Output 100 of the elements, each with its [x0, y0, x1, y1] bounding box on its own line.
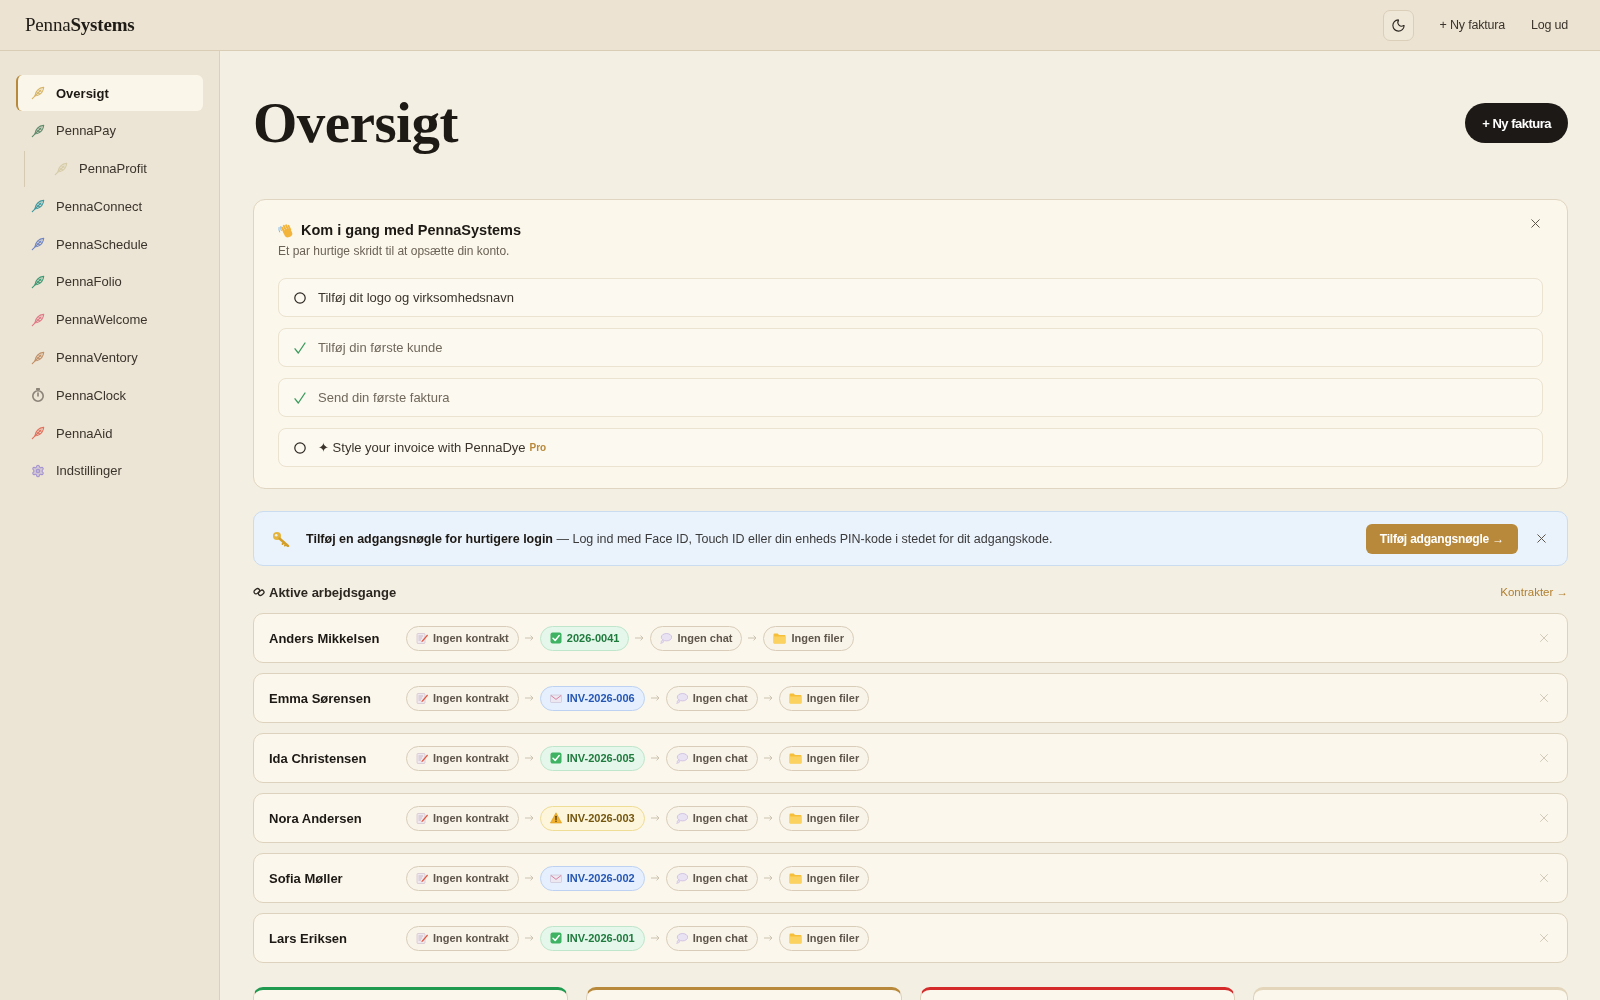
files-link[interactable]: Ingen filer [778, 685, 870, 711]
contract-link[interactable]: Ingen kontrakt [406, 745, 519, 771]
dismiss-button[interactable] [1537, 691, 1551, 705]
arrow-icon [524, 695, 534, 701]
checklist-item[interactable]: ✦ Style your invoice with PennaDye Pro [278, 428, 1543, 467]
sidebar-item[interactable]: Indstillinger [16, 452, 203, 489]
folder-icon [788, 932, 802, 944]
page-title: Oversigt [253, 90, 458, 156]
envelope-icon [549, 872, 562, 884]
thought-bubble-icon [660, 632, 673, 644]
arrow-icon [763, 755, 773, 761]
close-icon [1537, 691, 1551, 705]
logo-text: PennaSystems [25, 14, 135, 36]
check-square-icon [549, 932, 562, 944]
chat-link[interactable]: Ingen chat [665, 925, 758, 951]
memo-icon [416, 692, 428, 704]
files-link[interactable]: Ingen filer [778, 865, 870, 891]
files-link[interactable]: Ingen filer [778, 805, 870, 831]
close-button[interactable] [1528, 216, 1543, 231]
arrow-icon [748, 635, 758, 641]
close-button[interactable] [1534, 531, 1549, 546]
sidebar-item[interactable]: PennaConnect [16, 188, 203, 225]
thought-bubble-icon [675, 872, 688, 884]
thought-bubble-icon [675, 752, 688, 764]
customer-name: Ida Christensen [269, 750, 368, 766]
dismiss-button[interactable] [1537, 871, 1551, 885]
sidebar-item[interactable]: PennaSchedule [16, 226, 203, 263]
dismiss-button[interactable] [1537, 811, 1551, 825]
files-link[interactable]: Ingen filer [778, 925, 870, 951]
customer-name: Lars Eriksen [269, 930, 349, 946]
arrow-icon [650, 815, 660, 821]
files-link[interactable]: Ingen filer [778, 745, 870, 771]
arrow-icon [650, 755, 660, 761]
sidebar-item[interactable]: Oversigt [16, 75, 203, 111]
close-icon [1537, 751, 1551, 765]
new-invoice-button[interactable]: + Ny faktura [1465, 103, 1568, 143]
invoice-link[interactable]: INV-2026-002 [539, 865, 645, 891]
contract-link[interactable]: Ingen kontrakt [406, 625, 519, 651]
checklist-label: Send din første faktura [318, 390, 450, 405]
sidebar-item[interactable]: PennaAid [16, 415, 203, 452]
thought-bubble-icon [675, 692, 688, 704]
invoice-link[interactable]: INV-2026-006 [539, 685, 645, 711]
dismiss-button[interactable] [1537, 631, 1551, 645]
checklist-item[interactable]: Send din første faktura [278, 378, 1543, 417]
section-title: Aktive arbejdsgange [269, 584, 397, 600]
header-link[interactable]: Log ud [1530, 18, 1568, 32]
customer-name: Sofia Møller [269, 870, 344, 886]
dismiss-button[interactable] [1537, 931, 1551, 945]
memo-icon [416, 872, 428, 884]
folder-icon [788, 872, 802, 884]
moon-icon [1390, 17, 1406, 33]
chat-link[interactable]: Ingen chat [665, 685, 758, 711]
memo-icon [416, 812, 428, 824]
contract-link[interactable]: Ingen kontrakt [406, 925, 519, 951]
contract-link[interactable]: Ingen kontrakt [406, 805, 519, 831]
folder-icon [773, 632, 787, 644]
thought-bubble-icon [675, 932, 688, 944]
passkey-message: Tilføj en adgangsnøgle for hurtigere login — Log ind med Face ID, Touch ID eller din enheds PIN-kode i stedet for dit adgangskode. [306, 531, 1054, 546]
folder-icon [788, 692, 802, 704]
card-subtitle: Et par hurtige skridt til at opsætte din konto. [278, 243, 511, 259]
invoice-link[interactable]: 2026-0041 [539, 625, 630, 651]
checklist-label: ✦ Style your invoice with PennaDye [318, 440, 526, 455]
header-link[interactable]: + Ny faktura [1439, 18, 1505, 32]
sidebar-item[interactable]: PennaPay [16, 112, 203, 149]
arrow-icon [650, 935, 660, 941]
memo-icon [416, 632, 428, 644]
close-icon [1528, 216, 1543, 231]
folder-icon [788, 752, 802, 764]
sidebar-item[interactable]: PennaVentory [16, 339, 203, 376]
chat-link[interactable]: Ingen chat [665, 745, 758, 771]
checklist-item[interactable]: Tilføj din første kunde [278, 328, 1543, 367]
sidebar-item[interactable]: PennaFolio [16, 264, 203, 300]
customer-name: Nora Andersen [269, 810, 363, 826]
contract-link[interactable]: Ingen kontrakt [406, 865, 519, 891]
files-link[interactable]: Ingen filer [763, 625, 854, 651]
memo-icon [416, 932, 428, 944]
arrow-icon [524, 815, 534, 821]
checklist-label: Tilføj din første kunde [318, 340, 443, 355]
theme-toggle-button[interactable] [1382, 9, 1414, 41]
pro-label: Pro [529, 442, 547, 453]
chat-link[interactable]: Ingen chat [650, 625, 743, 651]
arrow-icon [524, 635, 534, 641]
sidebar-item[interactable]: PennaWelcome [16, 301, 203, 338]
thought-bubble-icon [675, 812, 688, 824]
checklist-label: Tilføj dit logo og virksomhedsnavn [318, 290, 515, 305]
checklist-item[interactable]: Tilføj dit logo og virksomhedsnavn [278, 278, 1543, 317]
close-icon [1537, 931, 1551, 945]
chat-link[interactable]: Ingen chat [665, 865, 758, 891]
invoice-link[interactable]: INV-2026-003 [539, 805, 645, 831]
invoice-link[interactable]: INV-2026-005 [539, 745, 645, 771]
sidebar-item[interactable]: PennaProfit [39, 150, 203, 187]
arrow-icon [763, 935, 773, 941]
arrow-icon [763, 815, 773, 821]
dismiss-button[interactable] [1537, 751, 1551, 765]
invoice-link[interactable]: INV-2026-001 [539, 925, 645, 951]
chat-link[interactable]: Ingen chat [665, 805, 758, 831]
close-icon [1537, 871, 1551, 885]
sidebar-item[interactable]: PennaClock [16, 377, 203, 414]
contract-link[interactable]: Ingen kontrakt [406, 685, 519, 711]
arrow-icon [650, 695, 660, 701]
